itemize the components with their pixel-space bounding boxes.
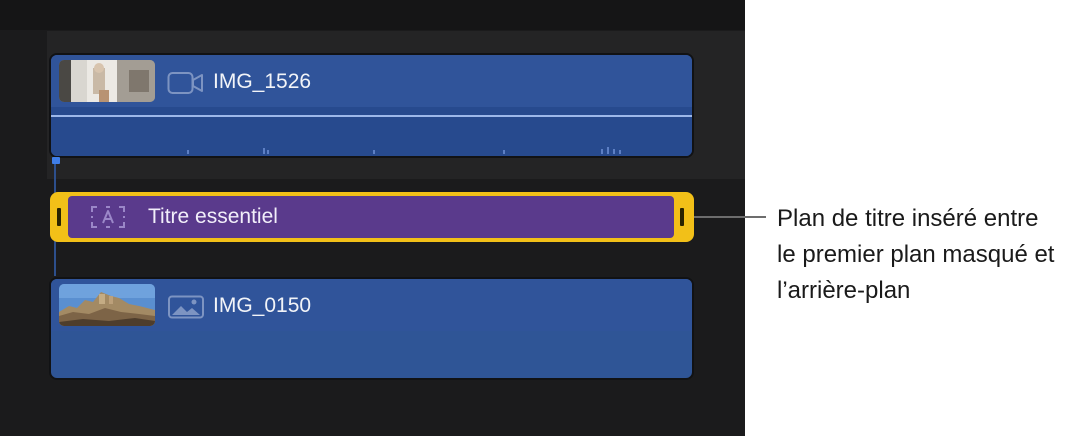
callout-text: Plan de titre inséré entre le premier pl… <box>777 205 1055 304</box>
waveform-peak <box>607 147 609 154</box>
waveform-peak <box>263 148 265 154</box>
audio-level-line <box>51 115 692 117</box>
trim-handle-left[interactable] <box>57 208 61 226</box>
waveform-peak <box>613 149 615 154</box>
title-clip[interactable]: Titre essentiel <box>50 192 694 242</box>
timeline[interactable]: IMG_1526 Titre essentiel IMG_0150 <box>0 0 745 436</box>
audio-waveform <box>51 107 692 156</box>
timeline-lane-top <box>0 0 745 30</box>
photo-clip-name: IMG_0150 <box>213 294 312 317</box>
photo-clip-thumbnail <box>59 284 155 326</box>
trim-handle-right[interactable] <box>680 208 684 226</box>
playhead-marker[interactable] <box>52 157 60 164</box>
waveform-peak <box>503 150 505 154</box>
title-clip-body: Titre essentiel <box>68 196 674 238</box>
title-text-icon <box>90 205 126 229</box>
video-camera-icon <box>167 71 205 95</box>
waveform-peak <box>619 150 621 154</box>
title-clip-name: Titre essentiel <box>148 205 278 228</box>
video-clip-thumbnail <box>59 60 155 102</box>
video-clip-name: IMG_1526 <box>213 70 312 93</box>
callout-leader-line <box>694 216 766 218</box>
photo-clip[interactable]: IMG_0150 <box>49 277 694 380</box>
waveform-peak <box>601 149 603 154</box>
video-clip[interactable]: IMG_1526 <box>49 53 694 158</box>
waveform-peak <box>267 150 269 154</box>
photo-icon <box>167 295 205 319</box>
waveform-peak <box>373 150 375 154</box>
waveform-peak <box>187 150 189 154</box>
